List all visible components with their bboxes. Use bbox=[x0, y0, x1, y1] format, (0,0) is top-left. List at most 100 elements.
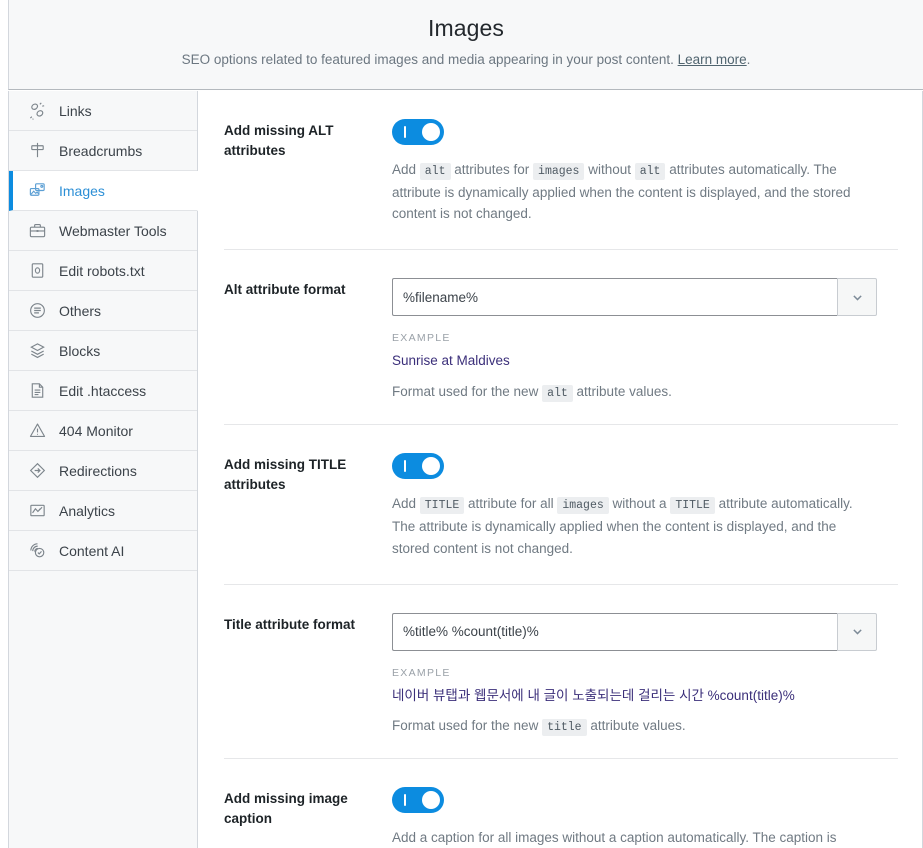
chevron-down-icon bbox=[852, 629, 862, 635]
sidebar-item-label: Content AI bbox=[59, 542, 125, 559]
sidebar-item-label: Breadcrumbs bbox=[59, 142, 143, 159]
sidebar-item-label: Edit robots.txt bbox=[59, 262, 145, 279]
setting-label: Add missing TITLE attributes bbox=[224, 457, 347, 492]
title-format-dropdown-button[interactable] bbox=[837, 612, 877, 651]
example-label: EXAMPLE bbox=[392, 666, 451, 679]
format-note: Format used for the new alt attribute va… bbox=[392, 384, 898, 403]
alt-format-dropdown-button[interactable] bbox=[837, 278, 877, 317]
title-format-input-group bbox=[392, 612, 877, 651]
others-icon bbox=[27, 301, 47, 321]
help-part: without bbox=[584, 162, 635, 177]
title-attribute-format-input[interactable] bbox=[392, 612, 837, 651]
breadcrumbs-icon bbox=[27, 141, 47, 161]
setting-row-alt-format: Alt attribute format EXAMPLE Sunrise at … bbox=[224, 250, 898, 426]
help-part: Add bbox=[392, 496, 420, 512]
analytics-chart-icon bbox=[27, 501, 47, 521]
sidebar-item-404-monitor[interactable]: 404 Monitor bbox=[9, 411, 197, 451]
code-tag: TITLE bbox=[670, 497, 715, 515]
sidebar-item-label: Webmaster Tools bbox=[59, 222, 167, 239]
sidebar-item-label: Images bbox=[59, 182, 105, 199]
code-tag: images bbox=[533, 163, 585, 180]
code-tag: TITLE bbox=[419, 497, 465, 515]
sidebar-item-links[interactable]: Links bbox=[9, 91, 197, 131]
help-part: without a bbox=[608, 496, 671, 512]
alt-format-example-value: Sunrise at Maldives bbox=[392, 353, 510, 369]
code-tag: alt bbox=[634, 163, 666, 180]
setting-field: Add TITLE attribute for all images witho… bbox=[392, 453, 898, 559]
sidebar-item-breadcrumbs[interactable]: Breadcrumbs bbox=[9, 131, 197, 171]
sidebar-item-label: Analytics bbox=[59, 502, 116, 519]
sidebar-item-label: Redirections bbox=[59, 462, 137, 479]
setting-row-caption-toggle: Add missing image caption Add a caption … bbox=[224, 759, 898, 848]
note-part: Format used for the new bbox=[392, 718, 543, 734]
setting-field: Add a caption for all images without a c… bbox=[392, 787, 898, 848]
note-part: attribute values. bbox=[586, 718, 686, 734]
warning-triangle-icon bbox=[27, 421, 47, 441]
settings-main-panel: Add missing ALT attributes Add alt attri… bbox=[198, 91, 923, 848]
learn-more-link[interactable]: Learn more bbox=[678, 52, 747, 67]
sidebar-item-content-ai[interactable]: Content AI bbox=[9, 531, 197, 571]
alt-attribute-format-input[interactable] bbox=[392, 278, 837, 317]
toolbox-icon bbox=[27, 221, 47, 241]
setting-help-text: Add TITLE attribute for all images witho… bbox=[392, 493, 862, 559]
settings-sidebar: Links Breadcrumbs Images Webmaster Tools… bbox=[8, 91, 198, 848]
sidebar-item-others[interactable]: Others bbox=[9, 291, 197, 331]
body-wrapper: Links Breadcrumbs Images Webmaster Tools… bbox=[8, 91, 923, 848]
links-icon bbox=[27, 101, 47, 121]
page-title: Images bbox=[427, 15, 505, 41]
setting-field: EXAMPLE 네이버 뷰탭과 웹문서에 내 글이 노출되는데 걸리는 시간 %… bbox=[392, 612, 898, 737]
setting-field: EXAMPLE Sunrise at Maldives Format used … bbox=[392, 278, 898, 403]
page-subtitle-suffix: . bbox=[746, 52, 751, 67]
settings-page: Images SEO options related to featured i… bbox=[0, 0, 923, 848]
toggle-knob bbox=[422, 457, 440, 476]
code-tag: title bbox=[542, 719, 587, 737]
setting-label: Add missing image caption bbox=[224, 791, 348, 827]
blocks-icon bbox=[27, 341, 47, 361]
setting-label: Title attribute format bbox=[224, 616, 356, 632]
add-missing-caption-toggle[interactable] bbox=[392, 787, 444, 814]
setting-row-alt-toggle: Add missing ALT attributes Add alt attri… bbox=[224, 91, 898, 251]
sidebar-item-analytics[interactable]: Analytics bbox=[9, 491, 197, 531]
sidebar-item-edit-htaccess[interactable]: Edit .htaccess bbox=[9, 371, 197, 411]
help-part: attributes for bbox=[450, 162, 534, 177]
toggle-bar bbox=[404, 794, 406, 807]
setting-row-title-toggle: Add missing TITLE attributes Add TITLE a… bbox=[224, 425, 898, 585]
help-part: attribute for all bbox=[464, 496, 558, 512]
setting-help-text: Add alt attributes for images without al… bbox=[392, 159, 862, 225]
chevron-down-icon bbox=[852, 295, 862, 301]
sidebar-item-label: Links bbox=[59, 102, 92, 119]
toggle-knob bbox=[422, 791, 440, 810]
sidebar-item-blocks[interactable]: Blocks bbox=[9, 331, 197, 371]
sidebar-item-webmaster-tools[interactable]: Webmaster Tools bbox=[9, 211, 197, 251]
toggle-bar bbox=[404, 126, 406, 138]
setting-help-text: Add a caption for all images without a c… bbox=[392, 830, 837, 846]
robots-file-icon bbox=[27, 261, 47, 281]
page-header: Images SEO options related to featured i… bbox=[8, 0, 923, 90]
note-part: attribute values. bbox=[572, 384, 672, 400]
setting-field: Add alt attributes for images without al… bbox=[392, 119, 898, 225]
toggle-bar bbox=[404, 460, 406, 473]
sidebar-item-label: Blocks bbox=[59, 342, 101, 359]
add-missing-title-toggle[interactable] bbox=[392, 453, 444, 480]
code-tag: alt bbox=[542, 385, 573, 403]
sidebar-item-label: 404 Monitor bbox=[59, 422, 133, 439]
page-subtitle: SEO options related to featured images a… bbox=[9, 42, 923, 67]
setting-row-title-format: Title attribute format EXAMPLE 네이버 뷰탭과 웹… bbox=[224, 585, 898, 760]
setting-label: Add missing ALT attributes bbox=[224, 123, 334, 158]
redirections-icon bbox=[27, 461, 47, 481]
document-icon bbox=[27, 381, 47, 401]
format-note: Format used for the new title attribute … bbox=[392, 718, 898, 737]
alt-format-input-group bbox=[392, 278, 877, 317]
sidebar-item-images[interactable]: Images bbox=[9, 171, 198, 211]
images-icon bbox=[27, 181, 47, 201]
content-ai-icon bbox=[27, 541, 47, 561]
add-missing-alt-toggle[interactable] bbox=[392, 119, 444, 145]
example-label: EXAMPLE bbox=[392, 332, 451, 345]
code-tag: alt bbox=[419, 163, 451, 180]
toggle-knob bbox=[422, 123, 440, 141]
sidebar-item-edit-robots-txt[interactable]: Edit robots.txt bbox=[9, 251, 197, 291]
sidebar-item-redirections[interactable]: Redirections bbox=[9, 451, 197, 491]
page-subtitle-text: SEO options related to featured images a… bbox=[181, 52, 678, 67]
sidebar-item-label: Others bbox=[59, 302, 102, 319]
code-tag: images bbox=[557, 497, 609, 515]
